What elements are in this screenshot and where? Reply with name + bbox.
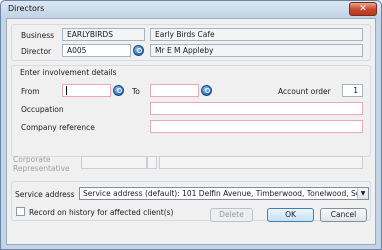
director-name-field: Mr E M Appleby <box>150 44 363 57</box>
corporate-representative-label-2: Representative <box>13 164 70 173</box>
director-code-field[interactable]: A005 <box>62 44 131 57</box>
director-lookup-icon[interactable] <box>133 45 144 56</box>
corporate-representative-code-field <box>81 156 147 169</box>
occupation-field[interactable] <box>150 102 363 115</box>
close-button[interactable]: ✕ <box>349 2 377 16</box>
director-label: Director <box>21 47 52 56</box>
service-address-label: Service address <box>15 190 75 199</box>
company-reference-label: Company reference <box>21 123 95 132</box>
business-label: Business <box>21 31 55 40</box>
ok-button[interactable]: OK <box>267 208 314 222</box>
from-date-picker-icon[interactable] <box>113 85 124 96</box>
dropdown-arrow-icon[interactable]: ▼ <box>357 188 368 199</box>
corporate-representative-label-1: Corporate <box>13 155 51 164</box>
record-history-label: Record on history for affected client(s) <box>29 208 174 217</box>
delete-button[interactable]: Delete <box>210 208 253 222</box>
to-date-field[interactable] <box>150 84 199 97</box>
company-reference-field[interactable] <box>150 120 363 133</box>
title-bar: Directors ✕ <box>1 1 381 18</box>
text-cursor <box>66 86 67 95</box>
involvement-heading: Enter involvement details <box>20 68 117 77</box>
record-history-checkbox[interactable] <box>16 207 25 216</box>
occupation-label: Occupation <box>21 105 64 114</box>
to-label: To <box>132 87 140 96</box>
window-title: Directors <box>8 4 45 13</box>
dialog-body: Business EARLYBIRDS Early Birds Cafe Dir… <box>6 18 376 245</box>
to-date-picker-icon[interactable] <box>201 85 212 96</box>
service-address-value: Service address (default): 101 Delfin Av… <box>83 189 369 198</box>
account-order-label: Account order <box>278 87 331 96</box>
from-label: From <box>21 87 40 96</box>
cancel-button[interactable]: Cancel <box>320 208 367 222</box>
corporate-representative-name-field <box>159 156 363 169</box>
directors-dialog: Directors ✕ Business EARLYBIRDS Early Bi… <box>0 0 382 250</box>
account-order-field[interactable]: 1 <box>342 84 363 97</box>
service-address-select[interactable]: Service address (default): 101 Delfin Av… <box>79 187 369 200</box>
business-code-field: EARLYBIRDS <box>62 28 145 41</box>
from-date-field[interactable] <box>62 84 111 97</box>
business-name-field: Early Birds Cafe <box>150 28 363 41</box>
close-icon: ✕ <box>359 4 367 14</box>
corporate-representative-lookup-button <box>147 156 157 169</box>
